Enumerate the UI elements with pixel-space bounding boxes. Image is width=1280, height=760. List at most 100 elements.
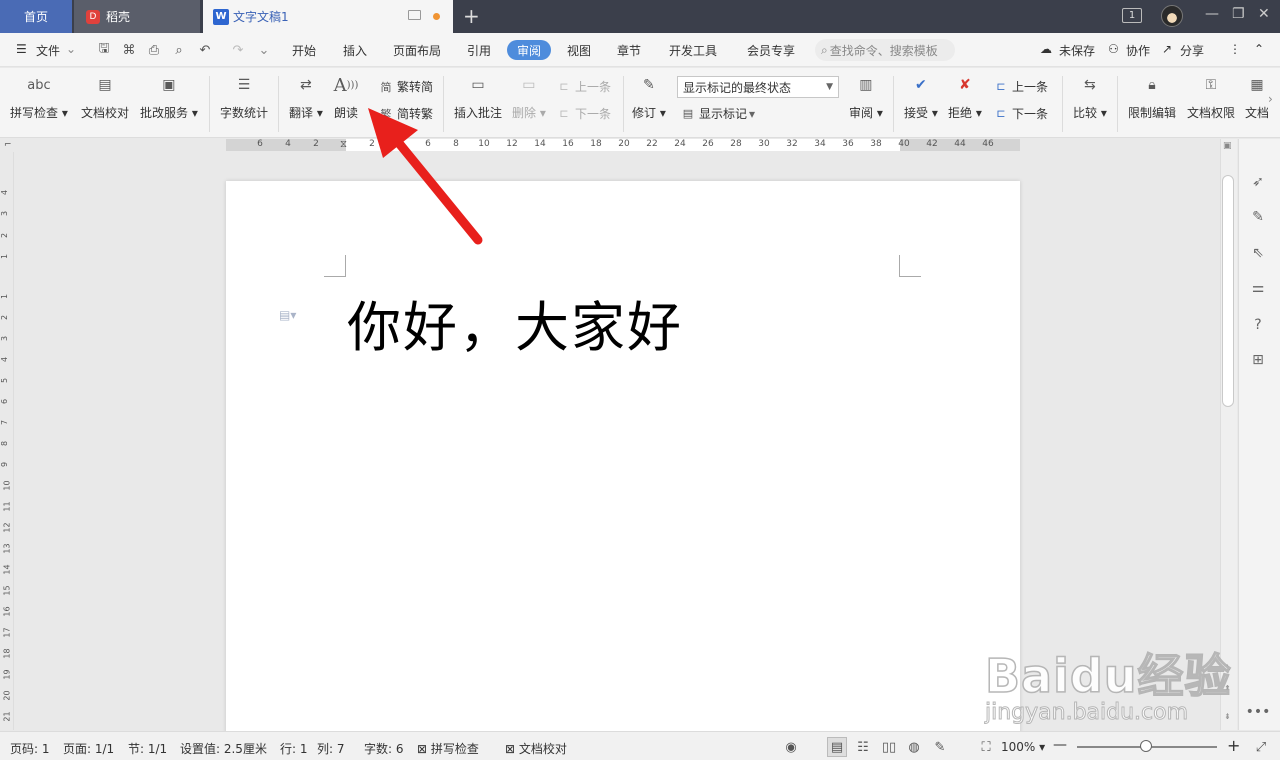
- ruler-tick-label: 2: [313, 139, 319, 149]
- fullscreen-icon[interactable]: ⤢: [1253, 739, 1269, 755]
- reject-button[interactable]: ✘ 拒绝 ▾: [948, 72, 982, 121]
- help-icon[interactable]: ?: [1248, 315, 1268, 335]
- batch-service-label: 批改服务 ▾: [140, 106, 198, 120]
- insert-comment-button[interactable]: ▭ 插入批注: [454, 72, 502, 121]
- menu-member[interactable]: 会员专享: [747, 42, 795, 59]
- rocket-icon[interactable]: ➶: [1248, 172, 1268, 192]
- share-button[interactable]: 分享: [1180, 42, 1204, 59]
- collaborate-button[interactable]: 协作: [1126, 42, 1150, 59]
- web-view-icon[interactable]: ◍: [906, 739, 922, 755]
- minimize-icon[interactable]: —: [1205, 6, 1219, 22]
- review-pane-button[interactable]: ▥ 审阅 ▾: [849, 72, 883, 121]
- unsaved-status[interactable]: 未保存: [1059, 42, 1095, 59]
- translate-button[interactable]: ⇄ 翻译 ▾: [289, 72, 323, 121]
- file-chevron-icon[interactable]: ⌄: [66, 42, 76, 56]
- prev-comment-button[interactable]: ⊏ 上一条: [556, 78, 611, 95]
- menu-page-layout[interactable]: 页面布局: [393, 42, 441, 59]
- menu-review[interactable]: 审阅: [507, 40, 551, 60]
- zoom-in-icon[interactable]: +: [1227, 736, 1240, 755]
- word-count-button[interactable]: ☰ 字数统计: [220, 72, 268, 121]
- undo-icon[interactable]: ↶: [197, 42, 213, 58]
- eye-protection-icon[interactable]: ◉: [783, 739, 799, 755]
- markup-state-select[interactable]: 显示标记的最终状态 ▼: [677, 76, 839, 98]
- tab-daoke[interactable]: D 稻壳: [74, 0, 200, 33]
- document-text[interactable]: 你好，大家好: [347, 283, 683, 362]
- ribbon-scroll-right-icon[interactable]: ›: [1268, 92, 1273, 106]
- zoom-slider-knob[interactable]: [1140, 740, 1152, 752]
- menu-sections[interactable]: 章节: [617, 42, 641, 59]
- more-icon[interactable]: •••: [1246, 702, 1271, 722]
- next-comment-button[interactable]: ⊏ 下一条: [556, 105, 611, 122]
- status-doc-proof[interactable]: ⊠ 文档校对: [505, 740, 567, 757]
- reading-view-icon[interactable]: ▯▯: [881, 739, 897, 755]
- status-word-count[interactable]: 字数: 6: [364, 740, 404, 757]
- command-search[interactable]: ⌕ 查找命令、搜索模板: [815, 39, 955, 61]
- ruler-tick-label: 2: [0, 232, 10, 239]
- simp-to-trad-button[interactable]: 繁 简转繁: [378, 105, 434, 122]
- status-section[interactable]: 节: 1/1: [128, 740, 167, 757]
- more-options-icon[interactable]: ⋮: [1229, 42, 1241, 56]
- menu-home[interactable]: 开始: [292, 42, 316, 59]
- tab-home[interactable]: 首页: [0, 0, 72, 33]
- page-view-icon[interactable]: ▤: [827, 737, 847, 757]
- menu-references[interactable]: 引用: [467, 42, 491, 59]
- read-aloud-button[interactable]: A))) 朗读: [333, 72, 359, 121]
- menu-developer[interactable]: 开发工具: [669, 42, 717, 59]
- trad-to-simp-button[interactable]: 简 繁转简: [378, 78, 434, 95]
- spell-check-button[interactable]: abc 拼写检查 ▾: [10, 72, 68, 121]
- delete-comment-button[interactable]: ▭ 删除 ▾: [512, 72, 546, 121]
- print-icon[interactable]: ⎙: [146, 42, 162, 58]
- redo-icon[interactable]: ↷: [230, 42, 246, 58]
- batch-service-button[interactable]: ▣ 批改服务 ▾: [140, 72, 198, 121]
- scroll-settings-icon[interactable]: ▣: [1223, 141, 1233, 151]
- sliders-icon[interactable]: ⚌: [1248, 278, 1268, 298]
- doc-more-button[interactable]: ▦ 文档: [1244, 72, 1270, 121]
- scrollbar-thumb[interactable]: [1222, 175, 1234, 407]
- paragraph-layout-icon[interactable]: ▤▾: [279, 308, 296, 322]
- close-icon[interactable]: ✕: [1258, 6, 1270, 22]
- accept-button[interactable]: ✔ 接受 ▾: [904, 72, 938, 121]
- write-mode-icon[interactable]: ✎: [932, 739, 948, 755]
- scroll-next-page-icon[interactable]: ⇟: [1224, 712, 1231, 721]
- quick-access-more-icon[interactable]: ⌄: [256, 42, 272, 58]
- cursor-icon[interactable]: ⇖: [1248, 243, 1268, 263]
- zoom-level[interactable]: 100% ▾: [1001, 740, 1045, 754]
- compare-button[interactable]: ⇆ 比较 ▾: [1073, 72, 1107, 121]
- pen-icon[interactable]: ✎: [1248, 207, 1268, 227]
- restore-icon[interactable]: ❐: [1232, 6, 1245, 22]
- tab-stop-selector-icon[interactable]: ⌐: [4, 140, 12, 150]
- collapse-ribbon-icon[interactable]: ⌃: [1254, 42, 1264, 56]
- show-markup-button[interactable]: ▤ 显示标记 ▾: [680, 105, 755, 122]
- print-preview-icon[interactable]: ⌕: [171, 42, 187, 58]
- hamburger-icon[interactable]: ☰: [16, 42, 27, 56]
- next-change-button[interactable]: ⊏ 下一条: [993, 105, 1048, 122]
- outline-view-icon[interactable]: ☷: [855, 739, 871, 755]
- search-placeholder: 查找命令、搜索模板: [829, 43, 938, 58]
- ruler-tick-label: 40: [898, 139, 910, 149]
- revise-button[interactable]: ✎ 修订 ▾: [632, 72, 666, 121]
- fit-page-icon[interactable]: ⛶: [978, 739, 994, 755]
- menu-view[interactable]: 视图: [567, 42, 591, 59]
- status-row[interactable]: 行: 1: [280, 740, 308, 757]
- doc-proof-button[interactable]: ▤ 文档校对: [81, 72, 129, 121]
- restrict-edit-button[interactable]: 🔒︎ 限制编辑: [1128, 72, 1176, 121]
- status-column[interactable]: 列: 7: [317, 740, 345, 757]
- status-spell-check[interactable]: ⊠ 拼写检查: [417, 740, 479, 757]
- backup-icon[interactable]: ⊞: [1248, 350, 1268, 370]
- save-icon[interactable]: 🖫: [96, 41, 112, 58]
- review-ribbon: abc 拼写检查 ▾ ▤ 文档校对 ▣ 批改服务 ▾ ☰ 字数统计 ⇄ 翻译 ▾…: [0, 68, 1280, 138]
- trad-to-simp-icon: 简: [380, 80, 392, 94]
- prev-change-button[interactable]: ⊏ 上一条: [993, 78, 1048, 95]
- add-tab-icon[interactable]: +: [463, 4, 480, 28]
- window-count-badge[interactable]: 1: [1122, 8, 1142, 23]
- status-page[interactable]: 页面: 1/1: [63, 740, 114, 757]
- status-page-code[interactable]: 页码: 1: [10, 740, 50, 757]
- format-painter-icon[interactable]: ⌘: [121, 42, 137, 58]
- monitor-icon[interactable]: [408, 10, 421, 20]
- doc-rights-button[interactable]: ⚿ 文档权限: [1187, 72, 1235, 121]
- status-setting[interactable]: 设置值: 2.5厘米: [180, 740, 267, 757]
- zoom-out-icon[interactable]: —: [1053, 737, 1067, 753]
- file-menu[interactable]: 文件: [36, 42, 60, 59]
- avatar[interactable]: [1161, 5, 1183, 27]
- menu-insert[interactable]: 插入: [343, 42, 367, 59]
